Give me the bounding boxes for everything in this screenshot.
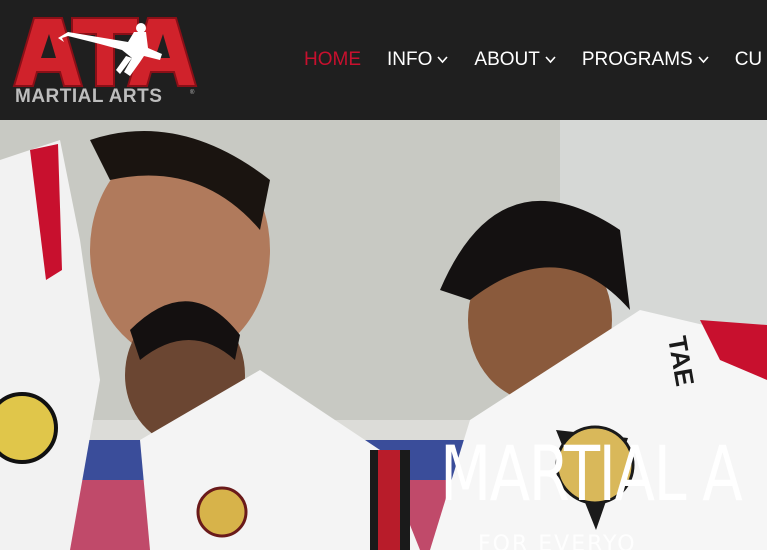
nav-contact[interactable]: CU [735, 49, 762, 71]
svg-text:®: ® [190, 89, 195, 96]
chevron-down-icon [545, 56, 556, 64]
logo-wordmark: MARTIAL ARTS [15, 86, 163, 107]
site-header: ® MARTIAL ARTS HOME INFO ABOUT PROGRAMS … [0, 0, 767, 120]
hero-title: MARTIAL A [440, 429, 743, 518]
nav-about[interactable]: ABOUT [474, 49, 556, 71]
nav-home[interactable]: HOME [304, 49, 361, 71]
nav-info[interactable]: INFO [387, 49, 448, 71]
nav-home-label: HOME [304, 49, 361, 70]
nav-programs[interactable]: PROGRAMS [582, 49, 709, 71]
nav-about-label: ABOUT [474, 49, 540, 70]
main-nav: HOME INFO ABOUT PROGRAMS CU [304, 48, 767, 72]
nav-programs-label: PROGRAMS [581, 49, 693, 70]
nav-info-label: INFO [387, 49, 433, 70]
chevron-down-icon [437, 56, 448, 64]
hero-banner: TAE MARTIAL A FOR EVERYO [0, 120, 767, 550]
nav-contact-label: CU [734, 49, 763, 70]
hero-subtitle: FOR EVERYO [478, 532, 637, 550]
chevron-down-icon [698, 56, 709, 64]
